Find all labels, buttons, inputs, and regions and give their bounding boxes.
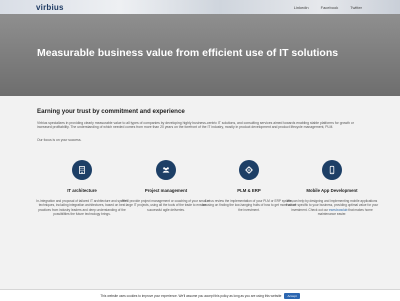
- site-header: virbius Linkedin Facebook Twitter: [0, 0, 400, 14]
- service-description: In-integration and proposal of tailored …: [36, 199, 128, 216]
- service-description: We'll provide project management or coac…: [121, 199, 211, 212]
- service-title: PLM & ERP: [237, 188, 261, 193]
- site-logo[interactable]: virbius: [36, 3, 64, 12]
- building-icon: [72, 160, 92, 180]
- mobile-icon: [322, 160, 342, 180]
- nav-facebook-link[interactable]: Facebook: [321, 5, 339, 10]
- focus-line: Our focus is on your success.: [37, 138, 82, 142]
- hero-title: Measurable business value from efficient…: [37, 47, 339, 59]
- section-heading: Earning your trust by commitment and exp…: [37, 108, 185, 115]
- gear-icon: [239, 160, 259, 180]
- cookie-accept-button[interactable]: Accept: [284, 292, 300, 299]
- nav-linkedin-link[interactable]: Linkedin: [294, 5, 309, 10]
- service-plm-erp: PLM & ERP Let us review the implementati…: [201, 160, 297, 212]
- services-grid: IT architecture In-integration and propo…: [0, 160, 400, 280]
- main-content: Earning your trust by commitment and exp…: [0, 96, 400, 300]
- service-description: Let us review the implementation of your…: [202, 199, 296, 212]
- intro-paragraph: Virbius specializes in providing clearly…: [37, 121, 354, 130]
- service-description: We can help by designing and implementin…: [284, 199, 380, 216]
- people-icon: [156, 160, 176, 180]
- service-title: IT architecture: [67, 188, 97, 193]
- service-project-management: Project management We'll provide project…: [118, 160, 214, 212]
- service-title: Project management: [144, 188, 188, 193]
- service-title: Mobile App Development: [306, 188, 358, 193]
- service-mobile-app: Mobile App Development We can help by de…: [284, 160, 380, 216]
- cookie-message: This website uses cookies to improve you…: [100, 293, 282, 298]
- service-it-architecture: IT architecture In-integration and propo…: [34, 160, 130, 216]
- cookie-consent-bar: This website uses cookies to improve you…: [0, 289, 400, 301]
- hero-banner: Measurable business value from efficient…: [0, 14, 400, 96]
- social-nav: Linkedin Facebook Twitter: [294, 5, 362, 10]
- nav-twitter-link[interactable]: Twitter: [350, 5, 362, 10]
